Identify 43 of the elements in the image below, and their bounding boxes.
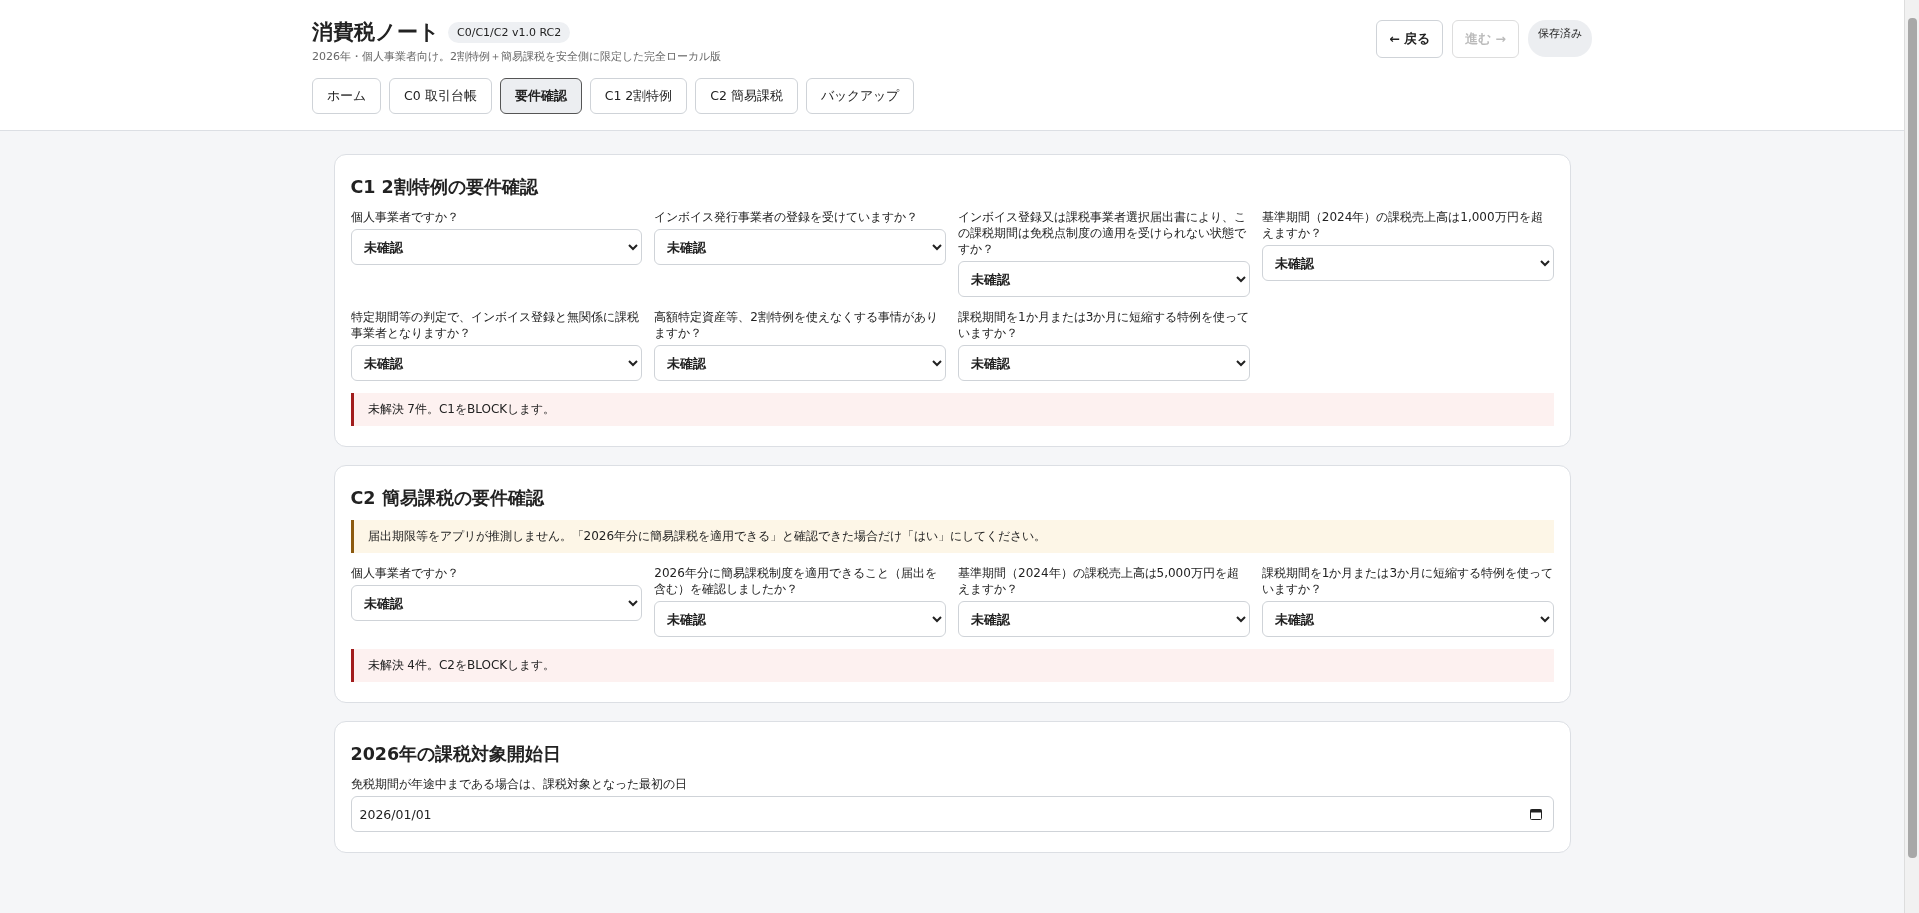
question-label: 個人事業者ですか？ — [350, 565, 460, 581]
answer-select[interactable]: 未確認 — [350, 345, 643, 381]
answer-select[interactable]: 未確認 — [654, 601, 946, 637]
answer-select[interactable]: 未確認 — [350, 229, 643, 265]
question-label: 基準期間（2024年）の課税売上高は5,000万円を超えますか？ — [958, 565, 1240, 597]
error-alert: 未解決 4件。C2をBLOCKします。 — [350, 649, 1554, 682]
error-alert: 未解決 7件。C1をBLOCKします。 — [350, 393, 1554, 426]
app-title: 消費税ノート — [312, 19, 440, 46]
answer-select[interactable]: 未確認 — [958, 601, 1250, 637]
nav-tab[interactable]: C0 取引台帳 — [389, 78, 492, 114]
answer-select[interactable]: 未確認 — [1261, 601, 1554, 637]
question-label: 特定期間等の判定で、インボイス登録と無関係に課税事業者となりますか？ — [350, 309, 640, 341]
question-label: 高額特定資産等、2割特例を使えなくする事情がありますか？ — [654, 309, 939, 341]
question-label: インボイス発行事業者の登録を受けていますか？ — [654, 209, 920, 225]
date-field[interactable]: 2026/01/01 — [350, 796, 1554, 832]
answer-select[interactable]: 未確認 — [350, 585, 643, 621]
section-title: 2026年の課税対象開始日 — [350, 743, 563, 766]
nav-tab[interactable]: 要件確認 — [499, 78, 582, 114]
question-label: 2026年分に簡易課税制度を適用できること（届出を含む）を確認しましたか？ — [654, 565, 938, 597]
app-subtitle: 2026年・個人事業者向け。2割特例＋簡易課税を安全側に限定した完全ローカル版 — [312, 49, 722, 64]
section-title: C2 簡易課税の要件確認 — [350, 487, 546, 510]
answer-select[interactable]: 未確認 — [654, 229, 946, 265]
nav-tab[interactable]: C1 2割特例 — [589, 78, 688, 114]
save-status-badge: 保存済み — [1528, 20, 1592, 57]
question-label: 課税期間を1か月または3か月に短縮する特例を使っていますか？ — [1261, 565, 1554, 597]
nav-tab[interactable]: バックアップ — [805, 78, 914, 114]
question-label: 課税期間を1か月または3か月に短縮する特例を使っていますか？ — [958, 309, 1250, 341]
scrollbar[interactable] — [1904, 0, 1919, 913]
section-title: C1 2割特例の要件確認 — [350, 176, 540, 199]
nav-tab[interactable]: ホーム — [312, 78, 381, 114]
field-label: 免税期間が年途中まである場合は、課税対象となった最初の日 — [350, 776, 688, 792]
question-label: 基準期間（2024年）の課税売上高は1,000万円を超えますか？ — [1261, 209, 1544, 241]
answer-select[interactable]: 未確認 — [1261, 245, 1554, 281]
answer-select[interactable]: 未確認 — [958, 261, 1250, 297]
question-label: 個人事業者ですか？ — [350, 209, 460, 225]
answer-select[interactable]: 未確認 — [958, 345, 1250, 381]
question-label: インボイス登録又は課税事業者選択届出書により、この課税期間は免税点制度の適用を受けられない状態ですか？ — [958, 209, 1247, 257]
nav-tab[interactable]: C2 簡易課税 — [695, 78, 798, 114]
version-badge: C0/C1/C2 v1.0 RC2 — [448, 21, 571, 43]
back-button[interactable]: ← 戻る — [1376, 20, 1444, 58]
calendar-icon[interactable] — [1529, 808, 1542, 820]
answer-select[interactable]: 未確認 — [654, 345, 946, 381]
warning-notice: 届出期限等をアプリが推測しません。「2026年分に簡易課税を適用できる」と確認できた場合だけ「はい」にしてください。 — [350, 520, 1554, 553]
